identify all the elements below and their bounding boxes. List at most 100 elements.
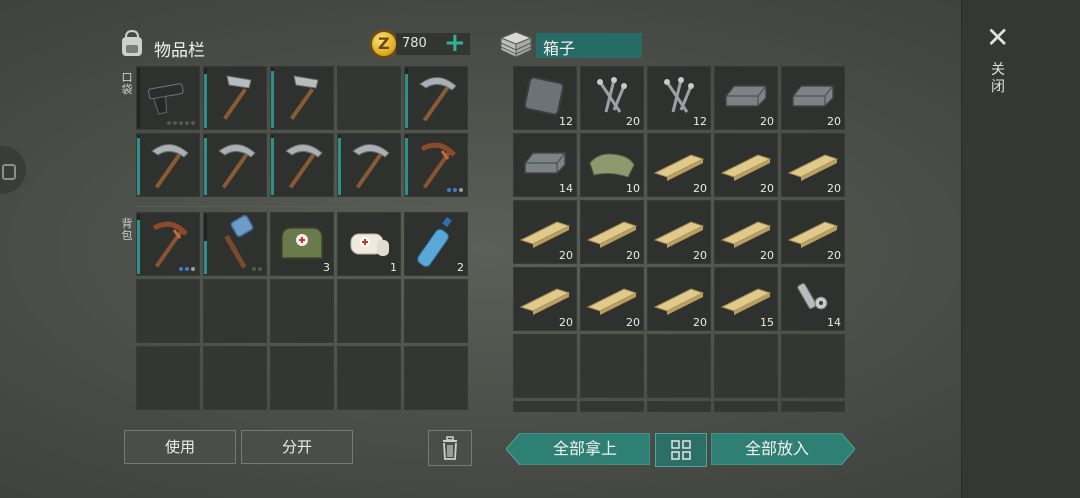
box-slot[interactable]: 12: [513, 66, 577, 130]
split-button[interactable]: 分开: [241, 430, 353, 464]
pickaxe-icon: [218, 144, 256, 189]
box-title: 箱子: [543, 39, 576, 58]
backpack-slot[interactable]: 1: [337, 212, 401, 276]
backpack-slot[interactable]: [203, 346, 267, 410]
backpack-slot[interactable]: 3: [270, 212, 334, 276]
backpack-slot[interactable]: [404, 346, 468, 410]
section-divider: [136, 206, 470, 207]
box-slot[interactable]: 14: [513, 133, 577, 197]
box-slot[interactable]: 20: [781, 200, 845, 264]
box-slot[interactable]: 10: [580, 133, 644, 197]
trash-icon: [443, 436, 457, 460]
quality-dot: [252, 267, 256, 271]
backpack-slot[interactable]: [270, 279, 334, 343]
box-slot[interactable]: 14: [781, 267, 845, 331]
backpack-slot[interactable]: [203, 279, 267, 343]
box-slot[interactable]: [781, 401, 845, 412]
backpack-slot[interactable]: [136, 212, 200, 276]
quality-dot: [179, 267, 183, 271]
sort-button[interactable]: [655, 433, 707, 467]
box-slot[interactable]: 20: [513, 200, 577, 264]
pocket-slot[interactable]: [203, 66, 267, 130]
pickaxe-icon: [285, 144, 323, 189]
quality-dot: [167, 121, 171, 125]
inventory-title: 物品栏: [154, 41, 205, 61]
backpack-slot[interactable]: [270, 346, 334, 410]
quality-dots: [252, 267, 262, 271]
box-slot[interactable]: [580, 401, 644, 412]
box-slot[interactable]: [513, 401, 577, 412]
item-count: 20: [760, 182, 774, 195]
box-slot[interactable]: 20: [714, 133, 778, 197]
box-slot[interactable]: 20: [714, 66, 778, 130]
quality-dot: [191, 267, 195, 271]
box-slot[interactable]: [580, 334, 644, 398]
backpack-slot[interactable]: [136, 346, 200, 410]
add-coins-button[interactable]: +: [444, 29, 466, 57]
quality-dot: [185, 267, 189, 271]
pockets-label: 口袋: [121, 71, 133, 96]
backpack-slot[interactable]: [337, 279, 401, 343]
box-slot[interactable]: [781, 334, 845, 398]
quality-dots: [447, 188, 463, 192]
crate-icon: [499, 31, 533, 58]
box-slot[interactable]: 12: [647, 66, 711, 130]
pocket-slot[interactable]: [136, 133, 200, 197]
delete-button[interactable]: [428, 430, 472, 466]
pocket-slot[interactable]: [337, 66, 401, 130]
box-slot[interactable]: [714, 401, 778, 412]
pocket-slot[interactable]: [404, 133, 468, 197]
item-count: 15: [760, 316, 774, 329]
pocket-slot[interactable]: [404, 66, 468, 130]
box-slot[interactable]: 20: [647, 133, 711, 197]
backpack-slot[interactable]: [136, 279, 200, 343]
quality-dot: [173, 121, 177, 125]
quality-dot: [453, 188, 457, 192]
pocket-slot[interactable]: [203, 133, 267, 197]
box-slot[interactable]: [513, 334, 577, 398]
box-slot[interactable]: 20: [580, 200, 644, 264]
box-slot[interactable]: 15: [714, 267, 778, 331]
use-button[interactable]: 使用: [124, 430, 236, 464]
take-all-button[interactable]: 全部拿上: [520, 433, 650, 465]
quality-dot: [459, 188, 463, 192]
backpack-slot[interactable]: 2: [404, 212, 468, 276]
pocket-slot[interactable]: [270, 133, 334, 197]
pockets-grid: [136, 66, 468, 197]
box-slot[interactable]: [647, 334, 711, 398]
put-all-button[interactable]: 全部放入: [711, 433, 843, 465]
quality-dot: [191, 121, 195, 125]
box-slot[interactable]: [714, 334, 778, 398]
item-count: 20: [827, 182, 841, 195]
box-slot[interactable]: 20: [781, 66, 845, 130]
box-slot[interactable]: 20: [580, 267, 644, 331]
box-slot[interactable]: [647, 401, 711, 412]
box-slot[interactable]: 20: [580, 66, 644, 130]
box-slot[interactable]: 20: [647, 267, 711, 331]
grid-sort-icon: [671, 440, 691, 460]
pocket-slot[interactable]: [136, 66, 200, 130]
box-slot[interactable]: 20: [513, 267, 577, 331]
backpack-slot[interactable]: [203, 212, 267, 276]
box-grid: 12 20 12 20 20 14 10 20 20 20 20 20 20 20 20 20 20 20 15 14: [513, 66, 845, 412]
close-label[interactable]: 关闭: [990, 62, 1006, 96]
backpack-icon: [122, 29, 142, 56]
item-count: 14: [827, 316, 841, 329]
box-slot[interactable]: 20: [714, 200, 778, 264]
backpack-slot[interactable]: [404, 279, 468, 343]
left-drawer-tab[interactable]: [0, 146, 26, 194]
item-count: 14: [559, 182, 573, 195]
pocket-slot[interactable]: [337, 133, 401, 197]
pocket-slot[interactable]: [270, 66, 334, 130]
item-count: 12: [559, 115, 573, 128]
pickaxe-icon: [151, 144, 189, 189]
item-count: 20: [693, 316, 707, 329]
box-slot[interactable]: 20: [647, 200, 711, 264]
quality-dot: [185, 121, 189, 125]
backpack-slot[interactable]: [337, 346, 401, 410]
item-count: 20: [626, 316, 640, 329]
close-icon[interactable]: ✕: [986, 24, 1009, 52]
box-slot[interactable]: 20: [781, 133, 845, 197]
quality-dots: [179, 267, 195, 271]
item-count: 3: [323, 261, 330, 274]
